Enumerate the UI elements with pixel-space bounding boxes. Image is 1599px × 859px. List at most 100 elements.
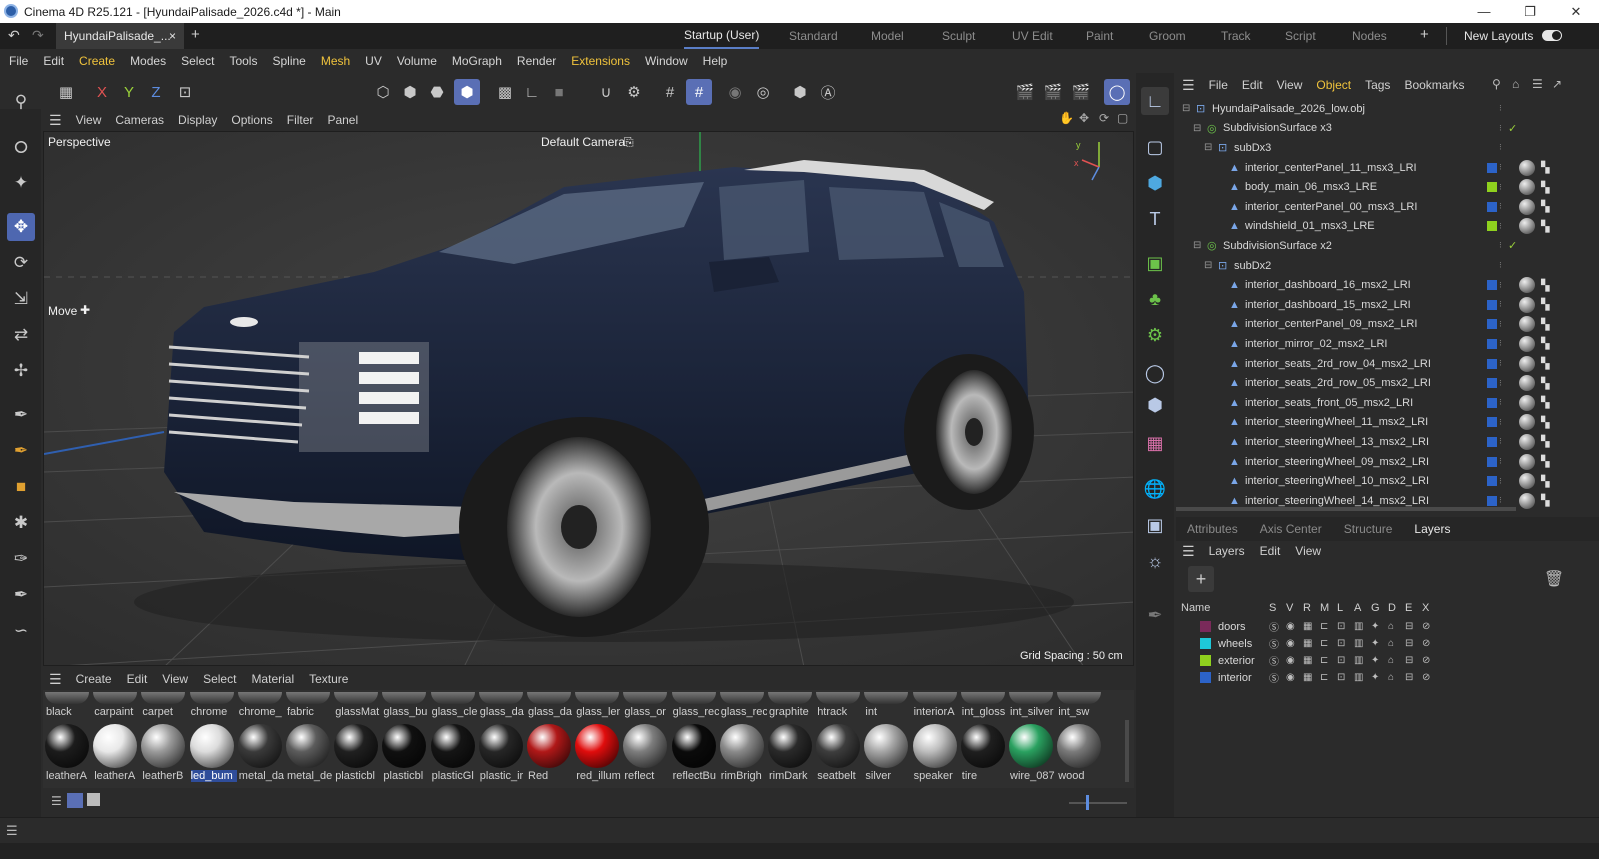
- material-thumbnail[interactable]: [768, 692, 812, 704]
- material-thumbnail[interactable]: [334, 692, 379, 704]
- material-tag-icon[interactable]: [1519, 198, 1535, 215]
- material-label[interactable]: glass_cle: [432, 706, 478, 718]
- object-row[interactable]: ▲ interior_steeringWheel_11_msx2_LRI ⁝ ▚: [1176, 413, 1599, 433]
- layout-tab[interactable]: Sculpt: [942, 23, 975, 49]
- layer-color-swatch[interactable]: [1200, 621, 1211, 632]
- layer-flag-toggle-icon[interactable]: ⌂: [1388, 638, 1394, 649]
- material-sphere[interactable]: [334, 724, 379, 768]
- layer-color-swatch[interactable]: [1200, 672, 1211, 683]
- lock-icon[interactable]: ⬢: [787, 79, 813, 105]
- material-thumbnail[interactable]: [864, 692, 909, 704]
- object-row[interactable]: ▲ interior_steeringWheel_09_msx2_LRI ⁝ ▚: [1176, 452, 1599, 472]
- layer-flag-toggle-icon[interactable]: ▥: [1354, 655, 1363, 666]
- search-icon[interactable]: ⚲: [7, 88, 35, 116]
- add-tab-icon[interactable]: +: [191, 26, 200, 43]
- layer-flag-toggle-icon[interactable]: ✦: [1371, 638, 1379, 649]
- material-scrollbar[interactable]: [1125, 720, 1129, 782]
- object-name[interactable]: interior_steeringWheel_09_msx2_LRI: [1245, 456, 1429, 468]
- material-sphere[interactable]: [719, 724, 764, 768]
- layers-menu-item[interactable]: Layers: [1209, 544, 1245, 558]
- object-row[interactable]: ⊟ ◎ SubdivisionSurface x2 ⁝ ✓: [1176, 236, 1599, 256]
- layer-color-swatch[interactable]: [1200, 638, 1211, 649]
- material-sphere[interactable]: [623, 724, 668, 768]
- delete-layer-icon[interactable]: 🗑: [1541, 566, 1567, 592]
- material-sphere[interactable]: [864, 724, 909, 768]
- uvw-tag-icon[interactable]: ▚: [1541, 279, 1549, 292]
- layer-flag-toggle-icon[interactable]: ⊘: [1422, 672, 1430, 683]
- object-row[interactable]: ▲ windshield_01_msx3_LRE ⁝ ▚: [1176, 217, 1599, 237]
- visibility-dots-icon[interactable]: ⁝: [1499, 397, 1502, 408]
- layer-name[interactable]: doors: [1218, 621, 1246, 633]
- perspective-viewport[interactable]: Perspective Default Camera ⎘ y x Move ✚ …: [43, 131, 1134, 666]
- deformer-icon[interactable]: ◯: [1141, 359, 1169, 387]
- points-mode-icon[interactable]: ⬡: [370, 79, 396, 105]
- material-tag-icon[interactable]: [1519, 394, 1535, 411]
- attribute-tab[interactable]: Structure: [1344, 522, 1393, 536]
- object-name[interactable]: interior_dashboard_15_msx2_LRI: [1245, 299, 1411, 311]
- restore-icon[interactable]: ❐: [1507, 0, 1553, 23]
- layer-flag-toggle-icon[interactable]: Ⓢ: [1269, 619, 1279, 634]
- spline-sketch-icon[interactable]: ✒: [7, 437, 35, 465]
- material-tag-icon[interactable]: [1519, 492, 1535, 509]
- new-layouts-label[interactable]: New Layouts: [1464, 29, 1533, 43]
- material-sphere[interactable]: [478, 724, 523, 768]
- object-row[interactable]: ▲ interior_centerPanel_09_msx2_LRI ⁝ ▚: [1176, 315, 1599, 335]
- spline-icon[interactable]: ▢: [1141, 133, 1169, 161]
- layer-flag-toggle-icon[interactable]: ▦: [1303, 655, 1312, 666]
- symmetry-icon[interactable]: ◎: [750, 79, 776, 105]
- material-tag-icon[interactable]: [1519, 277, 1535, 294]
- material-label[interactable]: reflect: [624, 770, 670, 782]
- material-label[interactable]: int_gloss: [962, 706, 1008, 718]
- object-name[interactable]: windshield_01_msx3_LRE: [1245, 220, 1375, 232]
- visibility-dots-icon[interactable]: ⁝: [1499, 378, 1502, 389]
- layer-flag-toggle-icon[interactable]: ✦: [1371, 621, 1379, 632]
- layout-tab[interactable]: UV Edit: [1012, 23, 1053, 49]
- object-row[interactable]: ▲ body_main_06_msx3_LRE ⁝ ▚: [1176, 177, 1599, 197]
- layer-row[interactable]: exterior Ⓢ ◉ ▦ ⊏ ⊡ ▥ ✦ ⌂ ⊟ ⊘: [1176, 652, 1599, 669]
- layer-flag-toggle-icon[interactable]: ✦: [1371, 672, 1379, 683]
- material-sphere[interactable]: [430, 724, 475, 768]
- render-region-icon[interactable]: ▦: [53, 79, 79, 105]
- material-tag-icon[interactable]: [1519, 159, 1535, 176]
- render-settings-icon[interactable]: 🎬: [1068, 79, 1094, 105]
- layer-color-chip[interactable]: [1487, 280, 1497, 291]
- spline-pen-icon[interactable]: ✒: [7, 401, 35, 429]
- material-sphere[interactable]: [768, 724, 812, 768]
- object-name[interactable]: HyundaiPalisade_2026_low.obj: [1212, 103, 1365, 115]
- uvw-tag-icon[interactable]: ▚: [1541, 161, 1549, 174]
- layer-flag-toggle-icon[interactable]: ▥: [1354, 638, 1363, 649]
- viewport-menu-item[interactable]: Panel: [327, 113, 358, 127]
- close-tab-icon[interactable]: ×: [169, 29, 176, 43]
- layout-tab[interactable]: Nodes: [1352, 23, 1387, 49]
- minimize-icon[interactable]: —: [1461, 0, 1507, 23]
- material-label[interactable]: plasticbl: [383, 770, 429, 782]
- layer-flag-toggle-icon[interactable]: ⊟: [1405, 672, 1413, 683]
- cube-icon[interactable]: ⬢: [1141, 169, 1169, 197]
- uvw-tag-icon[interactable]: ▚: [1541, 475, 1549, 488]
- layer-color-chip[interactable]: [1487, 417, 1497, 428]
- measure-icon[interactable]: ✒: [7, 581, 35, 609]
- uvw-tag-icon[interactable]: ▚: [1541, 435, 1549, 448]
- layout-tab[interactable]: Startup (User): [684, 23, 760, 49]
- object-row[interactable]: ▲ interior_dashboard_15_msx2_LRI ⁝ ▚: [1176, 295, 1599, 315]
- layer-flag-toggle-icon[interactable]: Ⓢ: [1269, 653, 1279, 668]
- viewport-menu-item[interactable]: Filter: [287, 113, 314, 127]
- material-label[interactable]: seatbelt: [817, 770, 863, 782]
- object-scrollbar[interactable]: [1176, 507, 1516, 511]
- material-thumbnail[interactable]: [93, 692, 138, 704]
- layer-flag-toggle-icon[interactable]: ⊡: [1337, 638, 1345, 649]
- layer-flag-toggle-icon[interactable]: ▥: [1354, 621, 1363, 632]
- object-name[interactable]: body_main_06_msx3_LRE: [1245, 181, 1377, 193]
- layer-flag-toggle-icon[interactable]: ▥: [1354, 672, 1363, 683]
- list-view-icon[interactable]: ☰: [51, 794, 62, 808]
- material-thumbnail[interactable]: [623, 692, 668, 704]
- material-menu-item[interactable]: Select: [203, 672, 236, 686]
- material-thumbnail[interactable]: [141, 692, 186, 704]
- object-row[interactable]: ⊟ ⊡ subDx3 ⁝: [1176, 138, 1599, 158]
- material-label[interactable]: int_silver: [1010, 706, 1056, 718]
- menu-item[interactable]: Select: [181, 54, 214, 68]
- layer-flag-toggle-icon[interactable]: ▦: [1303, 672, 1312, 683]
- layer-row[interactable]: interior Ⓢ ◉ ▦ ⊏ ⊡ ▥ ✦ ⌂ ⊟ ⊘: [1176, 669, 1599, 686]
- material-thumbnail[interactable]: [189, 692, 234, 704]
- auto-keying-icon[interactable]: Ⓐ: [815, 79, 841, 105]
